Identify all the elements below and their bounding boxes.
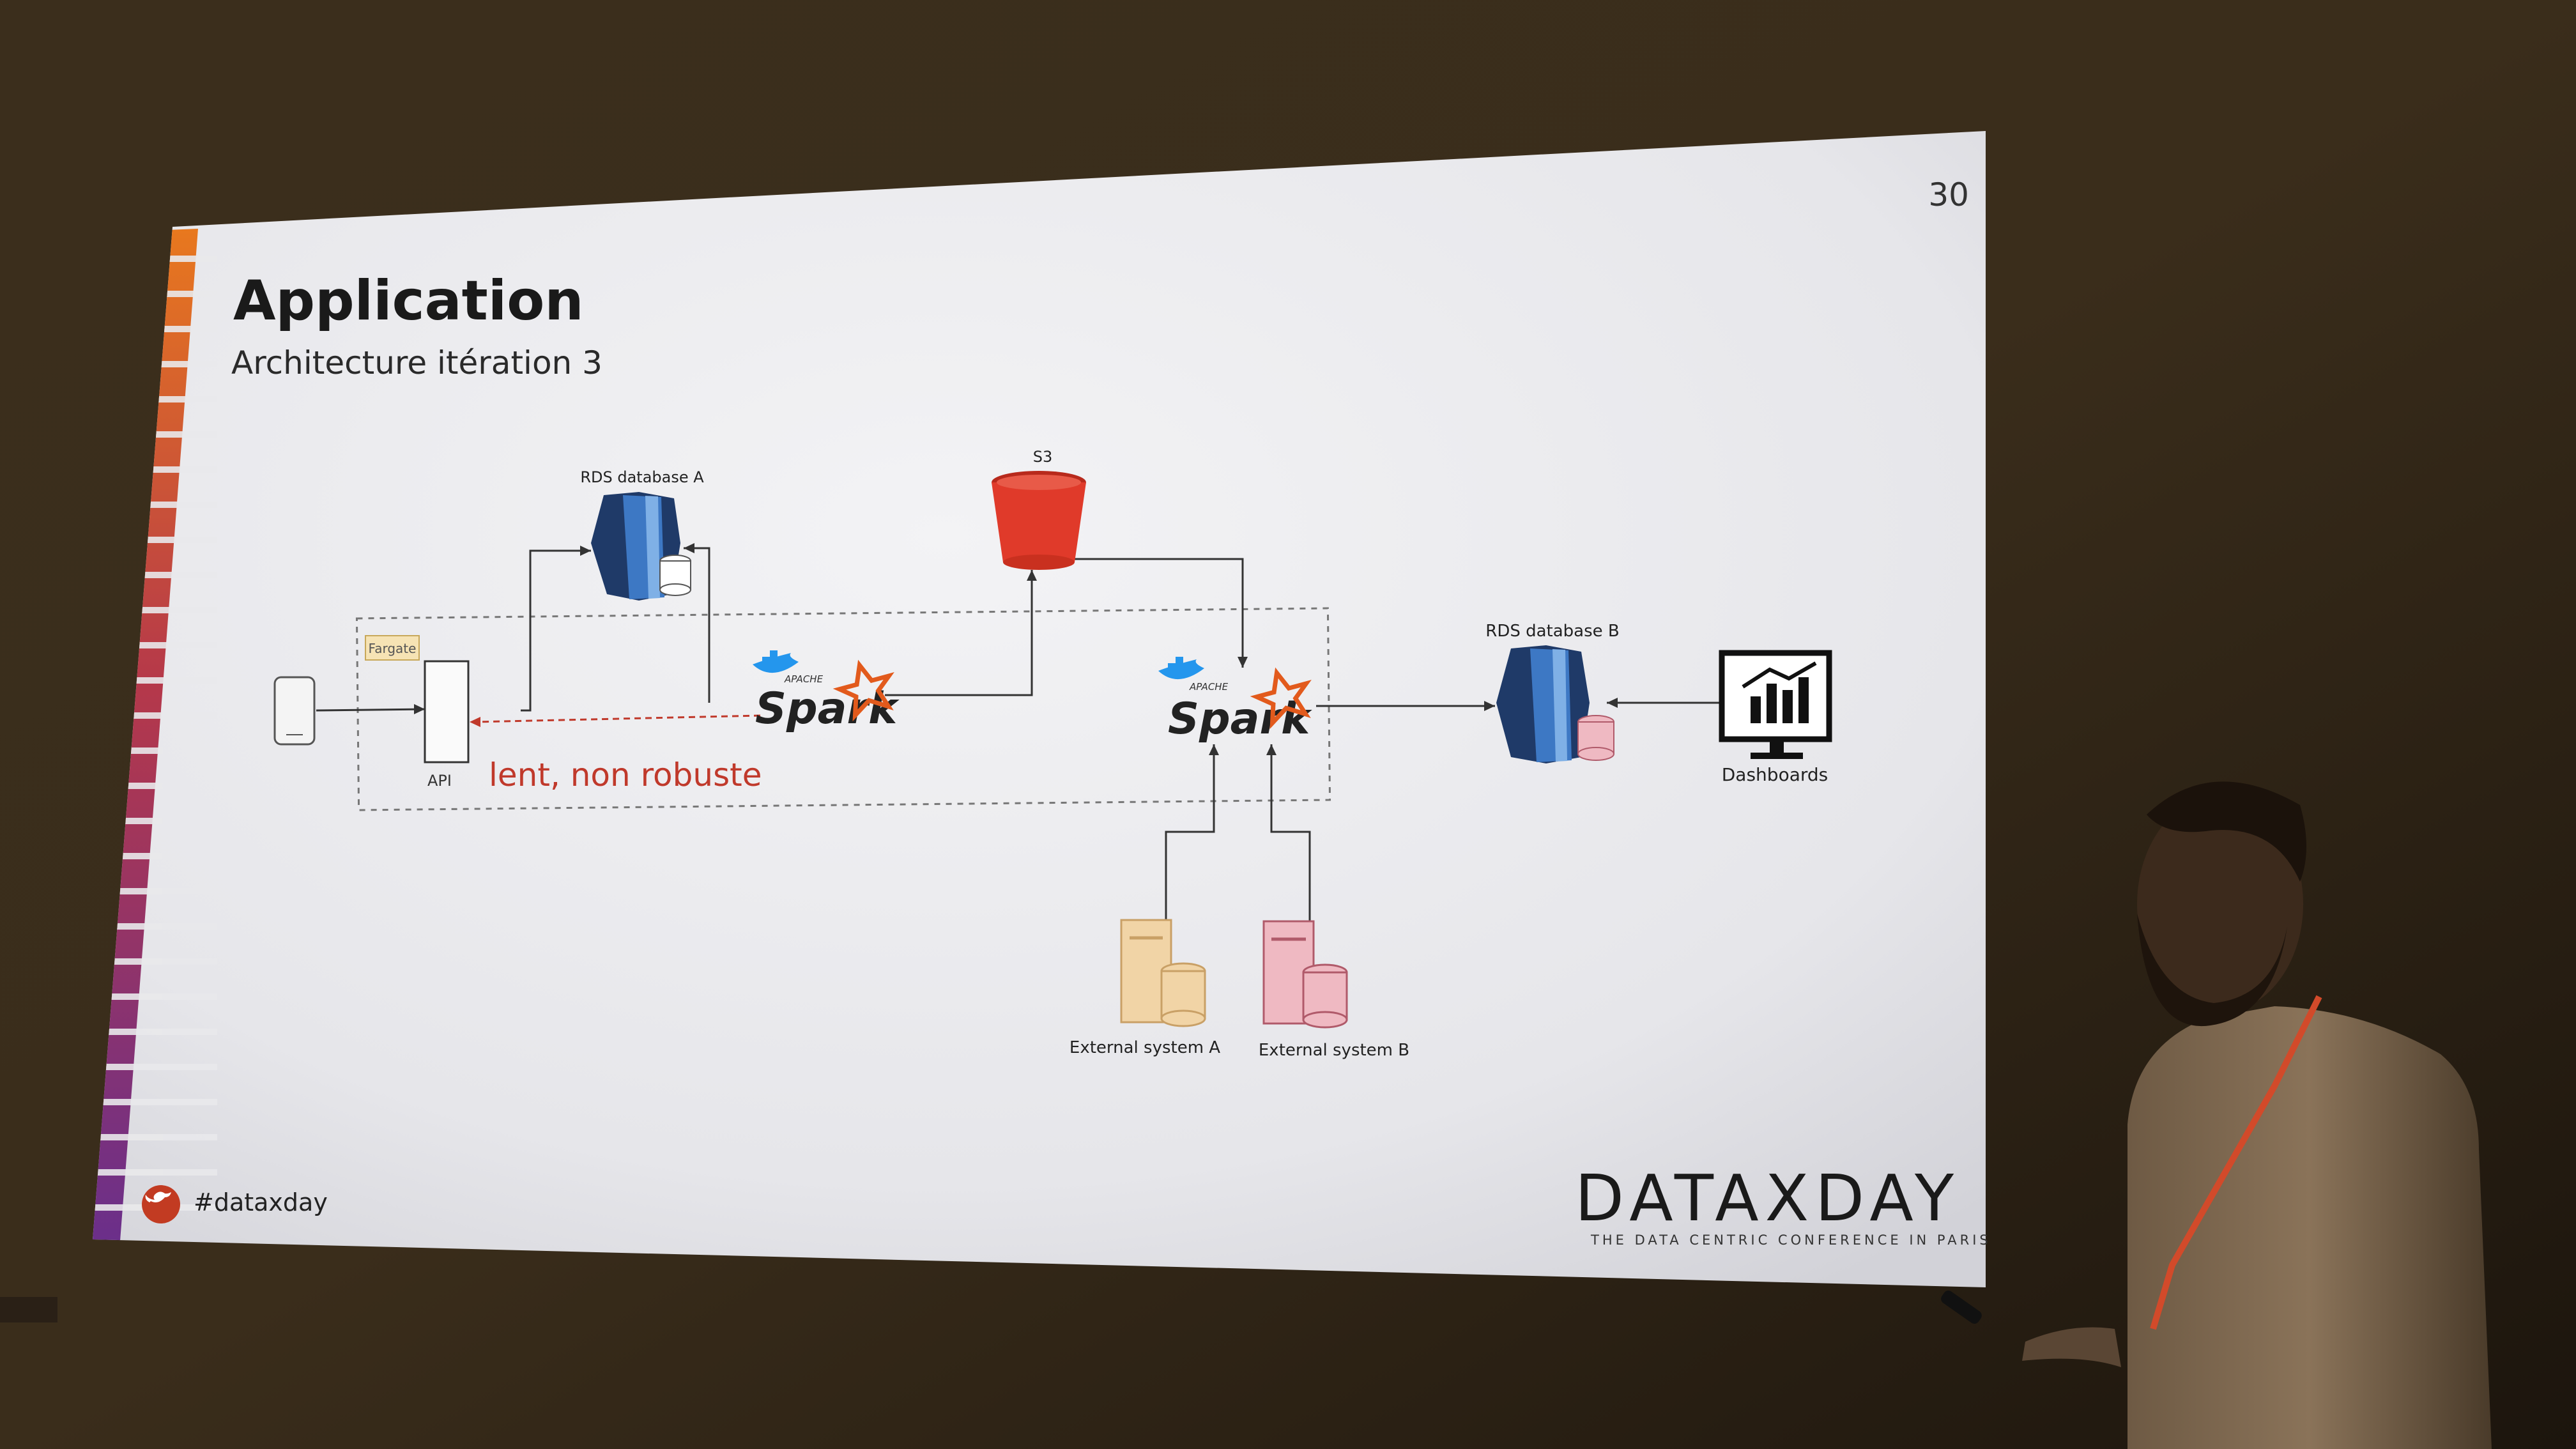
rds-database-a-label: RDS database A [580, 468, 704, 486]
projected-slide: 30 Application Architecture itération 3 … [93, 131, 1991, 1287]
fargate-label: Fargate [369, 641, 417, 656]
spark-apache-label-2: APACHE [1189, 681, 1229, 693]
slide-title: Application [233, 269, 584, 333]
hashtag-text: #dataxday [194, 1188, 328, 1216]
slide-subtitle: Architecture itération 3 [231, 344, 602, 381]
presenter-body [2128, 1006, 2492, 1449]
page-number: 30 [1928, 176, 1969, 213]
s3-bucket-icon [992, 471, 1086, 570]
s3-label: S3 [1033, 448, 1053, 466]
api-box [424, 660, 470, 763]
dashboards-label: Dashboards [1722, 764, 1828, 785]
api-label: API [427, 772, 452, 790]
spark-wordmark-2: Spark [1168, 694, 1312, 744]
dataxday-logo: DATAXDAY [1575, 1161, 1960, 1236]
mobile-phone-icon [273, 676, 316, 746]
external-system-a-label: External system A [1070, 1038, 1220, 1057]
twitter-icon [142, 1185, 180, 1223]
annotation-slow-not-robust: lent, non robuste [489, 756, 762, 793]
photo-scene: 30 Application Architecture itération 3 … [0, 0, 2576, 1449]
dataxday-tagline: THE DATA CENTRIC CONFERENCE IN PARIS [1590, 1232, 1991, 1248]
external-system-b-label: External system B [1259, 1041, 1409, 1060]
rds-database-b-label: RDS database B [1485, 622, 1620, 641]
foreground-edge [0, 1297, 57, 1322]
